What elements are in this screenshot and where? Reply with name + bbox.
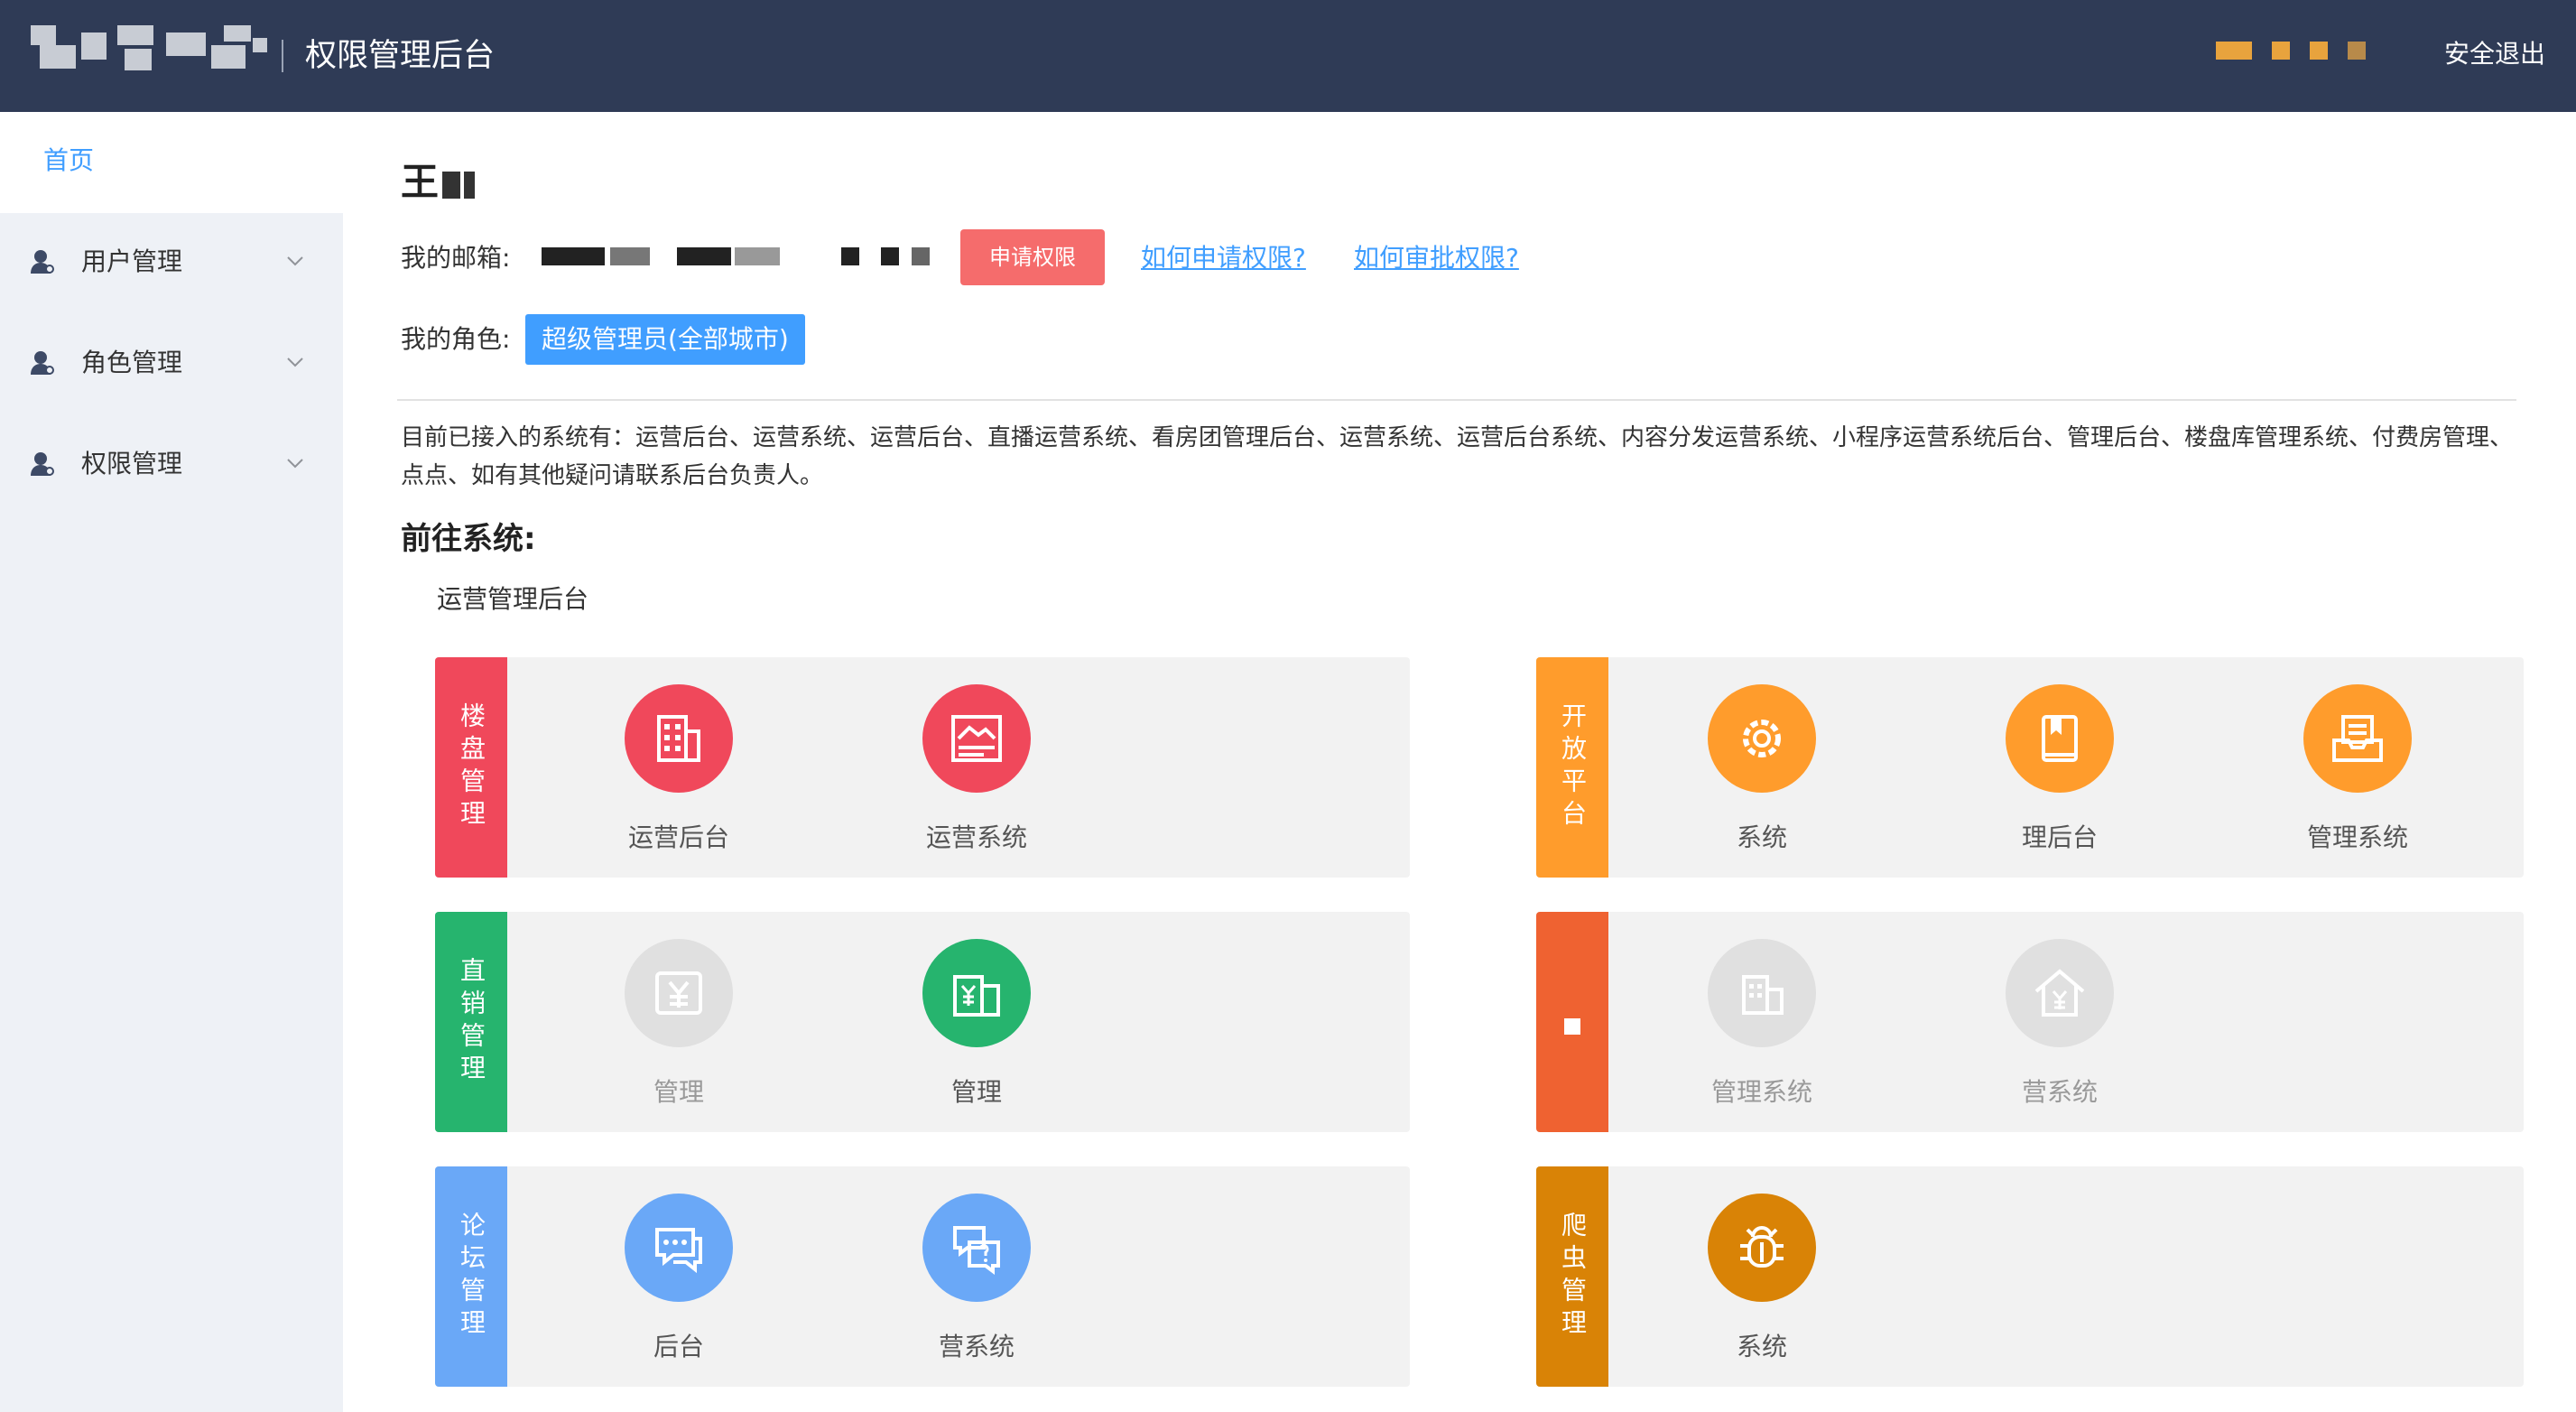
sidebar-item-permissions[interactable]: 权限管理 [0, 415, 343, 516]
book-icon [2006, 684, 2114, 793]
system-item[interactable]: 后台 [534, 1166, 823, 1387]
role-label: 我的角色: [401, 324, 511, 354]
sidebar: 首页 用户管理 角色管理 权限管理 [0, 112, 343, 1412]
sidebar-item-label: 角色管理 [81, 348, 183, 377]
system-label: 管理系统 [2306, 822, 2408, 852]
system-label: 运营系统 [925, 822, 1027, 852]
sidebar-home-label: 首页 [43, 145, 95, 175]
system-item[interactable]: 系统 [1617, 1166, 1906, 1387]
main-content: 王 我的邮箱: 申请权限 如何申请权限? 如何审批权限? 我的角色: 超级管理员… [343, 112, 2576, 1412]
system-label: 后台 [653, 1332, 704, 1361]
house-money-icon [2006, 939, 2114, 1047]
system-item[interactable]: 管理系统 [2213, 657, 2502, 878]
email-label: 我的邮箱: [401, 243, 511, 273]
role-badge: 超级管理员(全部城市) [525, 314, 805, 365]
bug-icon [1708, 1194, 1816, 1302]
system-item[interactable]: 系统 [1617, 657, 1906, 878]
category-tag: 楼盘管理 [435, 657, 507, 878]
category-tag [1536, 912, 1608, 1132]
category-tag: 论坛管理 [435, 1166, 507, 1387]
category-tag: 爬虫管理 [1536, 1166, 1608, 1387]
dashboard-icon [922, 684, 1031, 793]
building-icon [625, 684, 733, 793]
system-item[interactable]: 管理系统 [1617, 912, 1906, 1132]
category-card-loupan: 楼盘管理 运营后台 运营系统 [435, 657, 1410, 878]
system-label: 系统 [1736, 822, 1787, 852]
apply-permission-button[interactable]: 申请权限 [960, 229, 1105, 285]
office-icon [1708, 939, 1816, 1047]
user-name: 王 [401, 155, 476, 209]
sidebar-item-label: 权限管理 [81, 449, 183, 478]
inbox-icon [2303, 684, 2412, 793]
gear-icon [1708, 684, 1816, 793]
goto-systems-title: 前往系统: [401, 521, 536, 557]
system-label: 营系统 [2021, 1077, 2098, 1107]
system-label: 管理 [950, 1077, 1002, 1107]
sidebar-item-home[interactable]: 首页 [0, 112, 343, 213]
category-card-crawler: 爬虫管理 系统 [1536, 1166, 2524, 1387]
chevron-down-icon [287, 256, 303, 266]
chevron-down-icon [287, 358, 303, 367]
sidebar-item-label: 用户管理 [81, 246, 183, 276]
header-divider [282, 40, 283, 72]
chevron-down-icon [287, 459, 303, 469]
system-item[interactable]: 营系统 [1915, 912, 2204, 1132]
how-to-approve-link[interactable]: 如何审批权限? [1354, 240, 1519, 276]
sidebar-item-roles[interactable]: 角色管理 [0, 314, 343, 415]
system-label: 运营后台 [627, 822, 729, 852]
user-icon [31, 351, 54, 375]
app-title: 权限管理后台 [305, 38, 496, 74]
divider [397, 399, 2516, 401]
category-card-orange: 管理系统 营系统 [1536, 912, 2524, 1132]
user-indicator [2216, 42, 2386, 61]
system-group-title: 运营管理后台 [437, 584, 589, 614]
category-card-forum: 论坛管理 后台 营系统 [435, 1166, 1410, 1387]
category-tag: 开放平台 [1536, 657, 1608, 878]
money-building-icon [922, 939, 1031, 1047]
system-item[interactable]: 管理 [832, 912, 1121, 1132]
intro-text: 目前已接入的系统有：运营后台、运营系统、运营后台、直播运营系统、看房团管理后台、… [401, 424, 2513, 489]
system-label: 管理 [653, 1077, 704, 1107]
category-card-open-platform: 开放平台 系统 理后台 管理系统 [1536, 657, 2524, 878]
chat-icon [625, 1194, 733, 1302]
how-to-apply-link[interactable]: 如何申请权限? [1141, 240, 1306, 276]
system-item[interactable]: 运营系统 [832, 657, 1121, 878]
user-icon [31, 250, 54, 274]
sidebar-item-users[interactable]: 用户管理 [0, 213, 343, 314]
system-item[interactable]: 营系统 [832, 1166, 1121, 1387]
top-header: 权限管理后台 安全退出 [0, 0, 2576, 112]
category-tag: 直销管理 [435, 912, 507, 1132]
logo [31, 25, 267, 76]
system-label: 营系统 [938, 1332, 1015, 1361]
money-icon [625, 939, 733, 1047]
system-item[interactable]: 运营后台 [534, 657, 823, 878]
system-item[interactable]: 理后台 [1915, 657, 2204, 878]
question-chat-icon [922, 1194, 1031, 1302]
category-card-direct-sales: 直销管理 管理 管理 [435, 912, 1410, 1132]
system-label: 理后台 [2021, 822, 2098, 852]
logout-link[interactable]: 安全退出 [2444, 36, 2545, 72]
system-item[interactable]: 管理 [534, 912, 823, 1132]
user-icon [31, 452, 54, 476]
system-label: 系统 [1736, 1332, 1787, 1361]
system-label: 管理系统 [1710, 1077, 1812, 1107]
